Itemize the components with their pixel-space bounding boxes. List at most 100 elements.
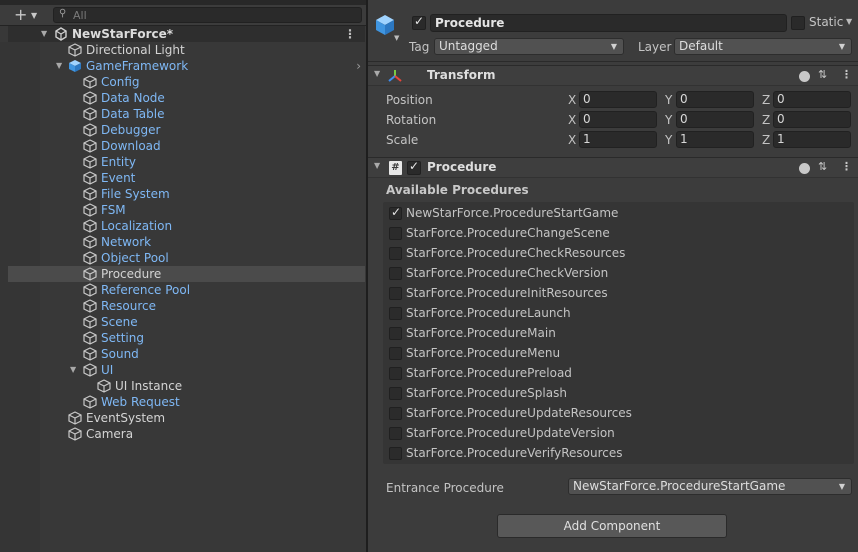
procedure-checkbox[interactable] bbox=[389, 387, 402, 400]
layer-dropdown[interactable]: Default ▼ bbox=[674, 38, 852, 55]
procedure-item[interactable]: StarForce.ProcedureInitResources bbox=[383, 284, 854, 304]
procedure-checkbox[interactable] bbox=[389, 205, 402, 220]
hierarchy-item[interactable]: Download bbox=[8, 138, 365, 154]
procedure-item[interactable]: StarForce.ProcedureUpdateResources bbox=[383, 404, 854, 424]
expand-arrow-icon[interactable]: ▼ bbox=[56, 58, 62, 74]
static-checkbox[interactable] bbox=[791, 16, 805, 30]
axis-x-label[interactable]: X bbox=[568, 133, 576, 147]
procedure-item[interactable]: StarForce.ProcedureVerifyResources bbox=[383, 444, 854, 464]
hierarchy-item[interactable]: Entity bbox=[8, 154, 365, 170]
axis-z-label[interactable]: Z bbox=[762, 133, 770, 147]
procedure-checkbox[interactable] bbox=[389, 267, 402, 280]
hierarchy-item[interactable]: Network bbox=[8, 234, 365, 250]
fold-arrow-icon[interactable]: ▼ bbox=[374, 69, 380, 78]
hierarchy-search[interactable]: ⚲ bbox=[53, 7, 362, 23]
procedure-item[interactable]: StarForce.ProcedureCheckVersion bbox=[383, 264, 854, 284]
fold-arrow-icon[interactable]: ▼ bbox=[374, 161, 380, 170]
hierarchy-item[interactable]: Sound bbox=[8, 346, 365, 362]
help-icon[interactable]: ? bbox=[799, 71, 810, 82]
axis-x-label[interactable]: X bbox=[568, 113, 576, 127]
static-dropdown-icon[interactable]: ▼ bbox=[846, 17, 852, 26]
axis-y-label[interactable]: Y bbox=[665, 113, 672, 127]
axis-z-label[interactable]: Z bbox=[762, 93, 770, 107]
hierarchy-item[interactable]: Scene bbox=[8, 314, 365, 330]
hierarchy-item[interactable]: Localization bbox=[8, 218, 365, 234]
more-menu-icon[interactable]: ⋮ bbox=[841, 160, 852, 173]
procedure-item[interactable]: StarForce.ProcedureCheckResources bbox=[383, 244, 854, 264]
tag-dropdown[interactable]: Untagged ▼ bbox=[434, 38, 624, 55]
scale-z-field[interactable]: 1 bbox=[773, 131, 851, 148]
preset-icon[interactable]: ⇅ bbox=[818, 160, 827, 173]
axis-z-label[interactable]: Z bbox=[762, 113, 770, 127]
hierarchy-item[interactable]: FSM bbox=[8, 202, 365, 218]
transform-header[interactable]: ▼ Transform ? ⇅ ⋮ bbox=[368, 65, 858, 86]
procedure-item[interactable]: StarForce.ProcedureUpdateVersion bbox=[383, 424, 854, 444]
preset-icon[interactable]: ⇅ bbox=[818, 68, 827, 81]
hierarchy-item[interactable]: Data Table bbox=[8, 106, 365, 122]
help-icon[interactable]: ? bbox=[799, 163, 810, 174]
rotation-y-field[interactable]: 0 bbox=[676, 111, 754, 128]
procedure-checkbox[interactable] bbox=[389, 447, 402, 460]
expand-arrow-icon[interactable]: ▼ bbox=[41, 26, 47, 42]
more-menu-icon[interactable]: ⋮ bbox=[841, 68, 852, 81]
procedure-item[interactable]: StarForce.ProcedurePreload bbox=[383, 364, 854, 384]
procedure-item[interactable]: StarForce.ProcedureChangeScene bbox=[383, 224, 854, 244]
scale-y-field[interactable]: 1 bbox=[676, 131, 754, 148]
hierarchy-item[interactable]: Camera bbox=[8, 426, 365, 442]
procedure-checkbox[interactable] bbox=[389, 327, 402, 340]
hierarchy-item[interactable]: UI Instance bbox=[8, 378, 365, 394]
hierarchy-item[interactable]: ▼ GameFramework › bbox=[8, 58, 365, 74]
axis-y-label[interactable]: Y bbox=[665, 133, 672, 147]
procedure-checkbox[interactable] bbox=[389, 407, 402, 420]
hierarchy-item[interactable]: Debugger bbox=[8, 122, 365, 138]
hierarchy-item[interactable]: Event bbox=[8, 170, 365, 186]
hierarchy-item[interactable]: Directional Light bbox=[8, 42, 365, 58]
procedure-checkbox[interactable] bbox=[389, 227, 402, 240]
axis-x-label[interactable]: X bbox=[568, 93, 576, 107]
procedure-item[interactable]: StarForce.ProcedureMenu bbox=[383, 344, 854, 364]
procedure-checkbox[interactable] bbox=[389, 307, 402, 320]
procedure-item[interactable]: StarForce.ProcedureMain bbox=[383, 324, 854, 344]
hierarchy-item[interactable]: Reference Pool bbox=[8, 282, 365, 298]
position-y-field[interactable]: 0 bbox=[676, 91, 754, 108]
hierarchy-search-input[interactable] bbox=[73, 8, 353, 22]
hierarchy-item[interactable]: Object Pool bbox=[8, 250, 365, 266]
hierarchy-item[interactable]: ▼ UI bbox=[8, 362, 365, 378]
rotation-z-field[interactable]: 0 bbox=[773, 111, 851, 128]
procedure-component-header[interactable]: ▼ # Procedure ? ⇅ ⋮ bbox=[368, 157, 858, 178]
active-checkbox[interactable] bbox=[412, 14, 426, 30]
rotation-x-field[interactable]: 0 bbox=[579, 111, 657, 128]
chevron-down-icon[interactable]: ▼ bbox=[394, 34, 399, 42]
hierarchy-item[interactable]: Config bbox=[8, 74, 365, 90]
object-name-field[interactable]: Procedure bbox=[430, 14, 787, 32]
procedure-checkbox[interactable] bbox=[389, 287, 402, 300]
procedure-checkbox[interactable] bbox=[389, 367, 402, 380]
procedure-item[interactable]: NewStarForce.ProcedureStartGame bbox=[383, 204, 854, 224]
axis-y-label[interactable]: Y bbox=[665, 93, 672, 107]
procedure-checkbox[interactable] bbox=[389, 347, 402, 360]
hierarchy-item[interactable]: Web Request bbox=[8, 394, 365, 410]
procedure-item[interactable]: StarForce.ProcedureLaunch bbox=[383, 304, 854, 324]
add-component-button[interactable]: Add Component bbox=[497, 514, 727, 538]
procedure-checkbox[interactable] bbox=[389, 247, 402, 260]
procedure-item[interactable]: StarForce.ProcedureSplash bbox=[383, 384, 854, 404]
scene-root-row[interactable]: ▼ NewStarForce* ⋮ bbox=[8, 26, 365, 42]
chevron-right-icon[interactable]: › bbox=[356, 58, 361, 74]
position-x-field[interactable]: 0 bbox=[579, 91, 657, 108]
expand-arrow-icon[interactable]: ▼ bbox=[70, 362, 76, 378]
entrance-procedure-dropdown[interactable]: NewStarForce.ProcedureStartGame ▼ bbox=[568, 478, 852, 495]
gameobject-cube-icon bbox=[83, 331, 97, 345]
hierarchy-item[interactable]: File System bbox=[8, 186, 365, 202]
hierarchy-item[interactable]: Setting bbox=[8, 330, 365, 346]
position-z-field[interactable]: 0 bbox=[773, 91, 851, 108]
hierarchy-item[interactable]: Data Node bbox=[8, 90, 365, 106]
hierarchy-item[interactable]: Resource bbox=[8, 298, 365, 314]
create-button[interactable]: + ▼ bbox=[14, 7, 42, 24]
more-menu-icon[interactable]: ⋮ bbox=[344, 26, 356, 42]
procedure-checkbox[interactable] bbox=[389, 427, 402, 440]
component-enabled-checkbox[interactable] bbox=[407, 159, 421, 175]
hierarchy-item[interactable]: Procedure bbox=[8, 266, 365, 282]
scale-x-field[interactable]: 1 bbox=[579, 131, 657, 148]
hierarchy-item[interactable]: EventSystem bbox=[8, 410, 365, 426]
gameobject-cube-icon[interactable] bbox=[374, 14, 396, 36]
